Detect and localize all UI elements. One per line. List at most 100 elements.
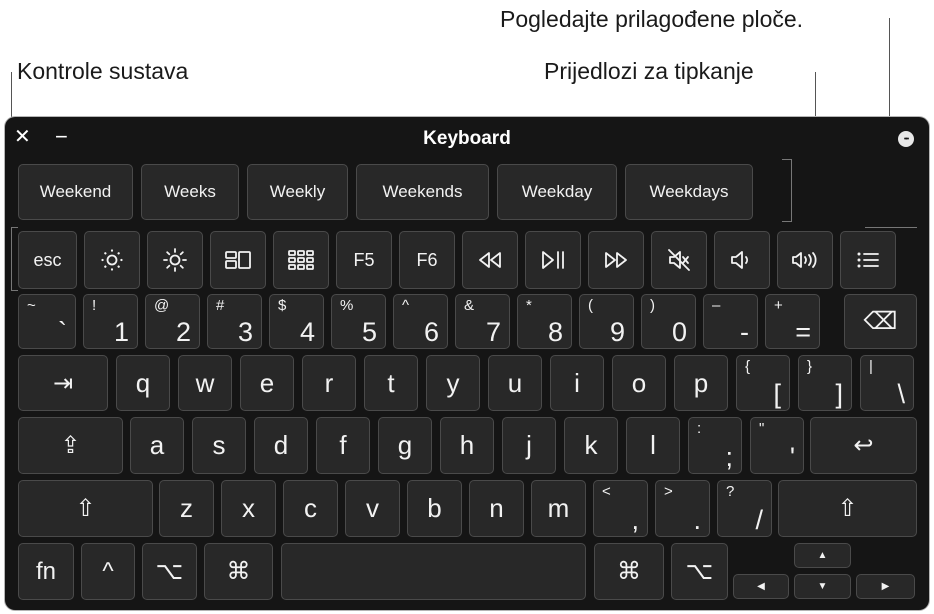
suggestion-weeks[interactable]: Weeks xyxy=(141,164,239,220)
space-bar[interactable] xyxy=(281,543,586,600)
key-5[interactable]: % 5 xyxy=(331,294,386,349)
key-e[interactable]: e xyxy=(240,355,294,411)
key-`[interactable]: ~ ` xyxy=(18,294,76,349)
arrow-up-key[interactable]: ▲ xyxy=(794,543,851,568)
right-command-key[interactable]: ⌘ xyxy=(594,543,664,600)
key-h[interactable]: h xyxy=(440,417,494,474)
suggestion-weekdays[interactable]: Weekdays xyxy=(625,164,753,220)
key-k[interactable]: k xyxy=(564,417,618,474)
key-s[interactable]: s xyxy=(192,417,246,474)
system-key-F5[interactable]: F5 xyxy=(336,231,392,289)
key-u[interactable]: u xyxy=(488,355,542,411)
system-key-esc[interactable]: esc xyxy=(18,231,77,289)
left-command-key[interactable]: ⌘ xyxy=(204,543,273,600)
key-1[interactable]: ! 1 xyxy=(83,294,138,349)
callout-custom-panels: Pogledajte prilagođene ploče. xyxy=(500,6,804,32)
key-c[interactable]: c xyxy=(283,480,338,537)
key-g[interactable]: g xyxy=(378,417,432,474)
system-key-volume-down[interactable] xyxy=(714,231,770,289)
key-period[interactable]: >. xyxy=(655,480,710,537)
key-f[interactable]: f xyxy=(316,417,370,474)
system-key-volume-up[interactable] xyxy=(777,231,833,289)
system-key-panels-list[interactable] xyxy=(840,231,896,289)
key-shift-label: % xyxy=(340,297,354,314)
key-label: \ xyxy=(897,379,905,409)
key-label: ▶ xyxy=(881,581,890,592)
key-shift-label: ? xyxy=(726,483,735,500)
key-4[interactable]: $4 xyxy=(269,294,324,349)
arrow-down-key[interactable]: ▼ xyxy=(794,574,851,599)
key-m[interactable]: m xyxy=(531,480,586,537)
key-6[interactable]: ^ 6 xyxy=(393,294,448,349)
key-7[interactable]: & 7 xyxy=(455,294,510,349)
key-v[interactable]: v xyxy=(345,480,400,537)
key--[interactable]: – - xyxy=(703,294,758,349)
system-key-mute[interactable] xyxy=(651,231,707,289)
key-backslash[interactable]: | \ xyxy=(860,355,914,411)
suggestion-weekends[interactable]: Weekends xyxy=(356,164,489,220)
suggestion-weekend[interactable]: Weekend xyxy=(18,164,133,220)
key-q[interactable]: q xyxy=(116,355,170,411)
key-w[interactable]: w xyxy=(178,355,232,411)
system-key-F6[interactable]: F6 xyxy=(399,231,455,289)
right-shift-key[interactable]: ⇧ xyxy=(778,480,917,537)
key-label: y xyxy=(446,367,460,398)
control-key[interactable]: ^ xyxy=(81,543,135,600)
key-label: ⌥ xyxy=(685,558,714,585)
key-n[interactable]: n xyxy=(469,480,524,537)
key-o[interactable]: o xyxy=(612,355,666,411)
arrow-right-key[interactable]: ▶ xyxy=(856,574,915,599)
callout-system-controls: Kontrole sustava xyxy=(17,58,189,84)
key-label: m xyxy=(547,493,570,523)
tab-key[interactable]: ⇥ xyxy=(18,355,108,411)
key-[[interactable]: {[ xyxy=(736,355,790,411)
key-9[interactable]: (9 xyxy=(579,294,634,349)
key-a[interactable]: a xyxy=(130,417,184,474)
key-y[interactable]: y xyxy=(426,355,480,411)
system-key-launchpad[interactable] xyxy=(273,231,329,289)
key-j[interactable]: j xyxy=(502,417,556,474)
system-key-label: F5 xyxy=(353,249,375,270)
panel-options-button[interactable]: ••• xyxy=(898,131,914,147)
suggestion-weekday[interactable]: Weekday xyxy=(497,164,617,220)
key-label: 7 xyxy=(485,317,501,347)
return-key[interactable]: ↩ xyxy=(810,417,917,474)
key-b[interactable]: b xyxy=(407,480,462,537)
key-label: g xyxy=(397,430,413,460)
system-key-mission-control[interactable] xyxy=(210,231,266,289)
system-key-brightness-down[interactable] xyxy=(84,231,140,289)
right-option-key[interactable]: ⌥ xyxy=(671,543,728,600)
key-x[interactable]: x xyxy=(221,480,276,537)
system-key-play-pause[interactable] xyxy=(525,231,581,289)
key-comma[interactable]: <, xyxy=(593,480,648,537)
caps-lock-key[interactable]: ⇪ xyxy=(18,417,123,474)
key-=[interactable]: + = xyxy=(765,294,820,349)
key-][interactable]: }] xyxy=(798,355,852,411)
fn-key[interactable]: fn xyxy=(18,543,74,600)
key-z[interactable]: z xyxy=(159,480,214,537)
key-d[interactable]: d xyxy=(254,417,308,474)
system-key-fast-forward[interactable] xyxy=(588,231,644,289)
key-semicolon[interactable]: :; xyxy=(688,417,742,474)
key-r[interactable]: r xyxy=(302,355,356,411)
suggestion-weekly[interactable]: Weekly xyxy=(247,164,348,220)
volume-down-icon xyxy=(726,246,758,274)
key-shift-label: & xyxy=(464,297,475,314)
key-3[interactable]: #3 xyxy=(207,294,262,349)
system-key-rewind[interactable] xyxy=(462,231,518,289)
key-p[interactable]: p xyxy=(674,355,728,411)
key-0[interactable]: ) 0 xyxy=(641,294,696,349)
arrow-left-key[interactable]: ◀ xyxy=(733,574,789,599)
key-8[interactable]: * 8 xyxy=(517,294,572,349)
left-option-key[interactable]: ⌥ xyxy=(142,543,197,600)
backspace-key[interactable]: ⌫ xyxy=(844,294,917,349)
key-label: 3 xyxy=(237,317,253,347)
key-2[interactable]: @2 xyxy=(145,294,200,349)
system-key-brightness-up[interactable] xyxy=(147,231,203,289)
key-slash[interactable]: ? / xyxy=(717,480,772,537)
key-quote[interactable]: " ' xyxy=(750,417,804,474)
left-shift-key[interactable]: ⇧ xyxy=(18,480,153,537)
key-i[interactable]: i xyxy=(550,355,604,411)
key-t[interactable]: t xyxy=(364,355,418,411)
key-l[interactable]: l xyxy=(626,417,680,474)
